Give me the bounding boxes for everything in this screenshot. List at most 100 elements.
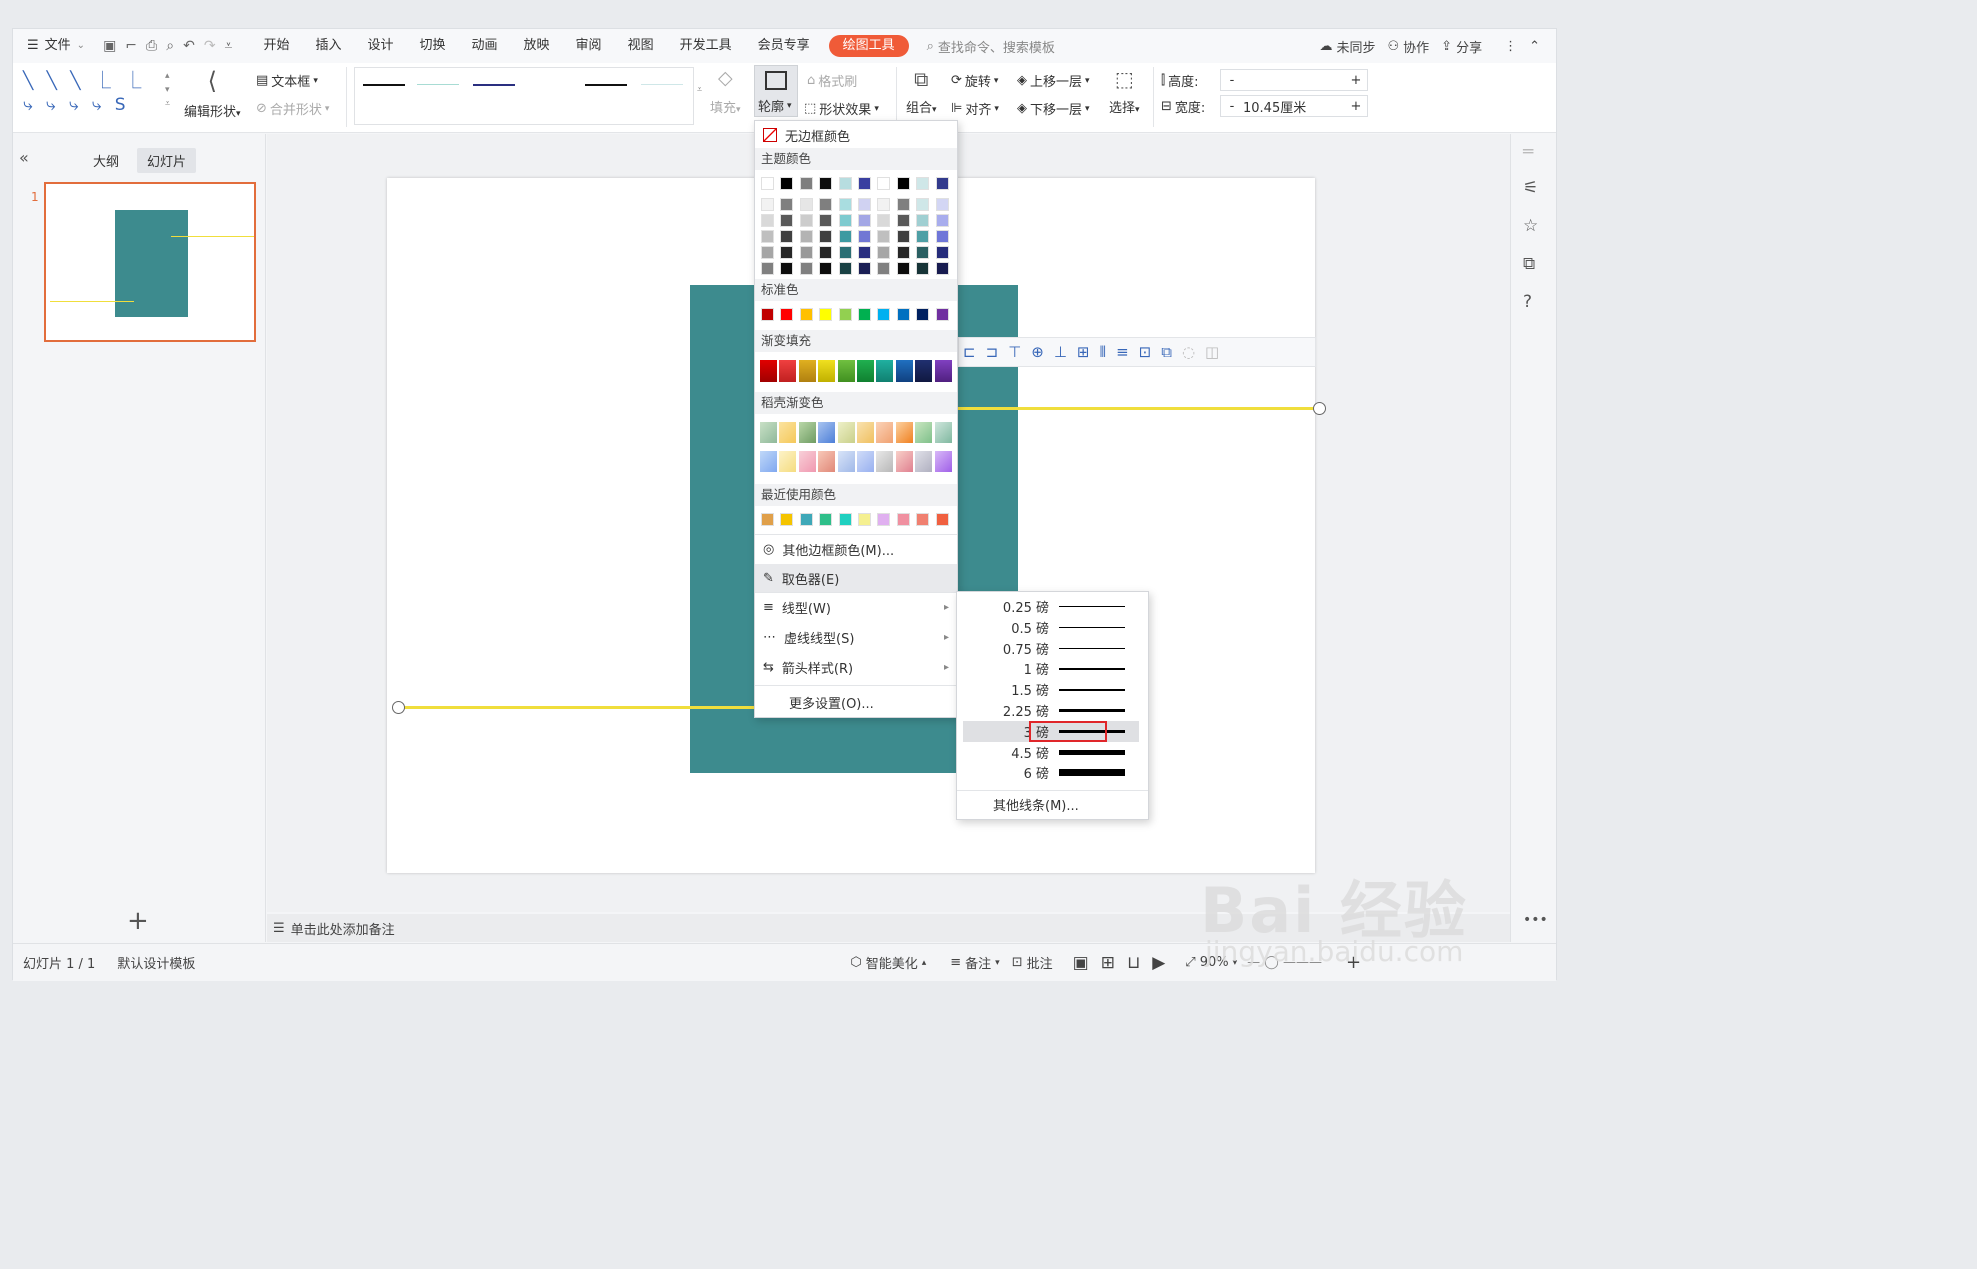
- group-button[interactable]: ⧉ 组合▾: [906, 67, 937, 116]
- share-button[interactable]: ⇪ 分享: [1441, 37, 1482, 56]
- theme-color-swatch[interactable]: [799, 177, 813, 190]
- line-weight-option[interactable]: 1 磅: [963, 658, 1139, 679]
- daoke-gradient-swatch[interactable]: [895, 422, 913, 443]
- arrow-style-item[interactable]: ⇆ 箭头样式(R) ▸: [755, 653, 957, 681]
- theme-shade-swatch[interactable]: [838, 198, 852, 211]
- format-painter-icon[interactable]: ⌐: [125, 38, 137, 54]
- recent-color-swatch[interactable]: [916, 513, 930, 526]
- daoke-gradient-swatch[interactable]: [934, 451, 952, 472]
- vertical-scrollbar[interactable]: [1496, 134, 1510, 912]
- yellow-line-bottom[interactable]: [397, 706, 757, 709]
- tab-4[interactable]: 动画: [459, 29, 511, 63]
- theme-shade-swatch[interactable]: [877, 230, 891, 243]
- daoke-gradient-swatch[interactable]: [876, 451, 894, 472]
- shape-gallery[interactable]: ╲ ╲ ╲ ⎿ ⎿ ⤷ ⤷ ⤷ ⤷ S: [23, 69, 171, 125]
- more-icon[interactable]: ⋮: [1504, 39, 1517, 54]
- notes-toggle[interactable]: ≡ 备注 ▾: [950, 953, 999, 972]
- theme-color-swatch[interactable]: [935, 177, 949, 190]
- theme-shade-swatch[interactable]: [916, 246, 930, 259]
- theme-shade-swatch[interactable]: [877, 198, 891, 211]
- recent-color-swatch[interactable]: [819, 513, 833, 526]
- star-icon[interactable]: ☆: [1523, 216, 1538, 236]
- tab-7[interactable]: 视图: [615, 29, 667, 63]
- send-backward-button[interactable]: ◈ 下移一层 ▾: [1017, 99, 1090, 118]
- daoke-gradient-swatch[interactable]: [760, 451, 777, 472]
- tab-1[interactable]: 插入: [302, 29, 354, 63]
- theme-color-swatch[interactable]: [916, 177, 930, 190]
- theme-shade-swatch[interactable]: [916, 198, 930, 211]
- theme-shade-swatch[interactable]: [838, 246, 852, 259]
- recent-color-swatch[interactable]: [877, 513, 891, 526]
- theme-shade-swatch[interactable]: [877, 214, 891, 227]
- template-name[interactable]: 默认设计模板: [117, 953, 195, 972]
- theme-shade-swatch[interactable]: [858, 230, 871, 243]
- line-weight-option[interactable]: 0.5 磅: [963, 617, 1139, 638]
- rotate-button[interactable]: ⟳ 旋转 ▾: [951, 71, 998, 90]
- recent-color-swatch[interactable]: [780, 513, 794, 526]
- file-menu[interactable]: ☰ 文件 ⌄: [13, 29, 95, 63]
- reading-view-icon[interactable]: ⊔: [1127, 953, 1140, 973]
- theme-shade-swatch[interactable]: [761, 214, 774, 227]
- theme-shade-swatch[interactable]: [780, 246, 794, 259]
- theme-shade-swatch[interactable]: [761, 246, 774, 259]
- collab-button[interactable]: ⚇ 协作: [1388, 37, 1430, 56]
- theme-shade-swatch[interactable]: [858, 214, 871, 227]
- theme-shade-swatch[interactable]: [819, 262, 833, 275]
- outline-button-active[interactable]: 轮廓 ▾: [754, 65, 798, 117]
- theme-shade-swatch[interactable]: [935, 198, 949, 211]
- standard-color-swatch[interactable]: [896, 308, 910, 321]
- theme-shade-swatch[interactable]: [896, 262, 910, 275]
- gradient-swatch[interactable]: [798, 360, 816, 382]
- theme-shade-swatch[interactable]: [819, 246, 833, 259]
- daoke-gradient-swatch[interactable]: [876, 422, 894, 443]
- align-middle-icon[interactable]: ⊕: [1031, 343, 1044, 361]
- daoke-gradient-swatch[interactable]: [798, 422, 816, 443]
- more-settings-item[interactable]: 更多设置(O)...: [755, 688, 957, 716]
- save-icon[interactable]: ▣: [103, 38, 116, 54]
- edit-shape-button[interactable]: ⟨ 编辑形状▾: [184, 67, 241, 120]
- tab-5[interactable]: 放映: [511, 29, 563, 63]
- undo-icon[interactable]: ↶: [183, 38, 195, 54]
- split-icon[interactable]: ◫: [1205, 343, 1219, 361]
- theme-shade-swatch[interactable]: [780, 262, 794, 275]
- distribute-v-icon[interactable]: ≡: [1116, 343, 1129, 361]
- shape-effect-button[interactable]: ⬚ 形状效果 ▾: [804, 99, 879, 118]
- daoke-gradient-swatch[interactable]: [760, 422, 777, 443]
- theme-shade-swatch[interactable]: [799, 262, 813, 275]
- align-top-icon[interactable]: ⊤: [1008, 343, 1021, 361]
- daoke-gradient-swatch[interactable]: [857, 451, 874, 472]
- theme-shade-swatch[interactable]: [780, 198, 794, 211]
- theme-shade-swatch[interactable]: [935, 262, 949, 275]
- normal-view-icon[interactable]: ▣: [1073, 953, 1089, 973]
- theme-shade-swatch[interactable]: [896, 214, 910, 227]
- standard-color-swatch[interactable]: [819, 308, 833, 321]
- tab-3[interactable]: 切换: [407, 29, 459, 63]
- daoke-gradient-swatch[interactable]: [895, 451, 913, 472]
- theme-shade-swatch[interactable]: [819, 230, 833, 243]
- theme-shade-swatch[interactable]: [935, 230, 949, 243]
- line-weight-option[interactable]: 1.5 磅: [963, 679, 1139, 700]
- theme-shade-swatch[interactable]: [935, 214, 949, 227]
- recent-color-swatch[interactable]: [761, 513, 774, 526]
- theme-shade-swatch[interactable]: [858, 198, 871, 211]
- line-weight-option[interactable]: 0.75 磅: [963, 638, 1139, 659]
- other-lines-item[interactable]: 其他线条(M)...: [957, 790, 1148, 818]
- print-icon[interactable]: ⎙: [146, 38, 157, 54]
- distribute-h-icon[interactable]: ⦀: [1099, 343, 1106, 361]
- collapse-panel-icon[interactable]: «: [19, 148, 29, 167]
- width-field[interactable]: - 10.45厘米 +: [1220, 95, 1368, 117]
- theme-shade-swatch[interactable]: [896, 230, 910, 243]
- theme-shade-swatch[interactable]: [935, 246, 949, 259]
- theme-color-swatch[interactable]: [838, 177, 852, 190]
- dash-type-item[interactable]: ⋯ 虚线线型(S) ▸: [755, 623, 957, 651]
- theme-shade-swatch[interactable]: [877, 246, 891, 259]
- line-weight-option[interactable]: 0.25 磅: [963, 596, 1139, 617]
- theme-shade-swatch[interactable]: [877, 262, 891, 275]
- beautify-button[interactable]: ⬡ 智能美化 ▴: [850, 953, 926, 972]
- gradient-swatch[interactable]: [837, 360, 855, 382]
- line-handle-right[interactable]: [1313, 402, 1326, 415]
- theme-shade-swatch[interactable]: [819, 214, 833, 227]
- line-style-gallery[interactable]: [354, 67, 694, 125]
- align-right-icon[interactable]: ⊐: [986, 343, 999, 361]
- grid-view-icon[interactable]: ⊞: [1101, 953, 1115, 973]
